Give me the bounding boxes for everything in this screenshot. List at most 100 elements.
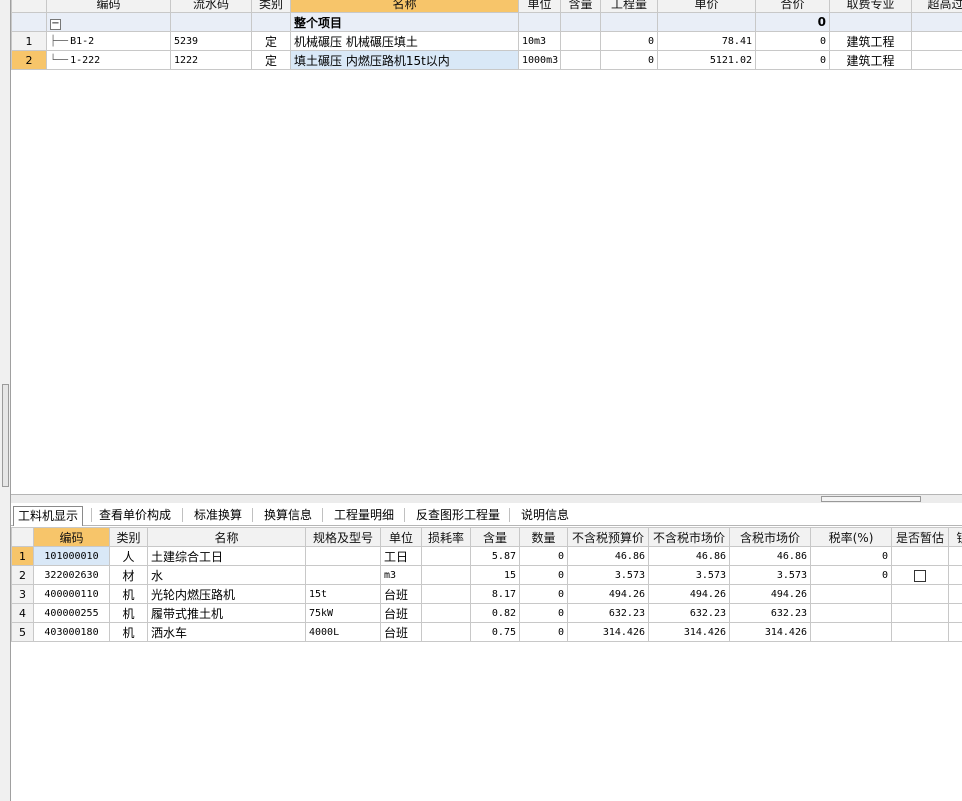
- type-cell[interactable]: 机: [109, 584, 148, 604]
- qty-cell[interactable]: 0: [519, 565, 568, 585]
- loss-cell[interactable]: [421, 622, 471, 642]
- top-header-unit[interactable]: 单位: [518, 0, 561, 13]
- unit-cell[interactable]: m3: [380, 565, 422, 585]
- total-cell[interactable]: 0: [755, 50, 830, 70]
- content-cell[interactable]: 5.87: [470, 546, 520, 566]
- serial-cell[interactable]: 5239: [170, 31, 252, 51]
- table-row[interactable]: 2 └── 1-222 1222 定 填土碾压 内燃压路机15t以内 1000m3…: [11, 50, 962, 70]
- content-cell[interactable]: [560, 31, 601, 51]
- taxed-market-cell[interactable]: 3.573: [729, 565, 811, 585]
- pretax-market-cell[interactable]: 632.23: [648, 603, 730, 623]
- tab-description[interactable]: 说明信息: [517, 506, 573, 525]
- type-cell[interactable]: 材: [109, 565, 148, 585]
- code-cell[interactable]: ├── B1-2: [46, 31, 171, 51]
- pretax-market-cell[interactable]: 494.26: [648, 584, 730, 604]
- name-cell[interactable]: 水: [147, 565, 306, 585]
- top-header-code[interactable]: 编码: [46, 0, 171, 13]
- row-number[interactable]: 4: [11, 603, 34, 623]
- taxed-market-cell[interactable]: 632.23: [729, 603, 811, 623]
- content-cell[interactable]: 15: [470, 565, 520, 585]
- table-row[interactable]: 1 101000010 人 土建综合工日 工日 5.87 0 46.86 46.…: [11, 546, 962, 566]
- serial-cell[interactable]: 1222: [170, 50, 252, 70]
- price-cell[interactable]: 5121.02: [657, 50, 756, 70]
- bottom-header-code[interactable]: 编码: [33, 527, 110, 547]
- content-cell[interactable]: 0.82: [470, 603, 520, 623]
- taxed-market-cell[interactable]: 494.26: [729, 584, 811, 604]
- bottom-header-pretax-market[interactable]: 不含税市场价: [648, 527, 730, 547]
- content-cell[interactable]: [560, 50, 601, 70]
- unit-cell[interactable]: 台班: [380, 622, 422, 642]
- bottom-header-content[interactable]: 含量: [470, 527, 520, 547]
- group-name[interactable]: 整个项目: [290, 12, 519, 32]
- name-cell[interactable]: 履带式推土机: [147, 603, 306, 623]
- unit-cell[interactable]: 台班: [380, 584, 422, 604]
- qty-cell[interactable]: 0: [519, 584, 568, 604]
- tab-conversion-info[interactable]: 换算信息: [260, 506, 316, 525]
- provisional-cell[interactable]: [891, 622, 949, 642]
- pretax-budget-cell[interactable]: 3.573: [567, 565, 649, 585]
- content-cell[interactable]: 8.17: [470, 584, 520, 604]
- loss-cell[interactable]: [421, 565, 471, 585]
- table-row[interactable]: 3 400000110 机 光轮内燃压路机 15t 台班 8.17 0 494.…: [11, 584, 962, 604]
- loss-cell[interactable]: [421, 603, 471, 623]
- tax-rate-cell[interactable]: [810, 622, 892, 642]
- spec-cell[interactable]: 15t: [305, 584, 381, 604]
- code-cell[interactable]: └── 1-222: [46, 50, 171, 70]
- total-cell[interactable]: 0: [755, 31, 830, 51]
- table-row[interactable]: 5 403000180 机 洒水车 4000L 台班 0.75 0 314.42…: [11, 622, 962, 642]
- spec-cell[interactable]: [305, 546, 381, 566]
- bottom-header-provisional[interactable]: 是否暂估: [891, 527, 949, 547]
- content-cell[interactable]: 0.75: [470, 622, 520, 642]
- top-header-total[interactable]: 合价: [755, 0, 830, 13]
- tax-rate-cell[interactable]: [810, 603, 892, 623]
- row-number[interactable]: 5: [11, 622, 34, 642]
- top-header-qty[interactable]: 工程量: [600, 0, 658, 13]
- tab-quantity-details[interactable]: 工程量明细: [330, 506, 398, 525]
- row-number[interactable]: 1: [11, 31, 47, 51]
- loss-cell[interactable]: [421, 584, 471, 604]
- tab-labor-material-machine[interactable]: 工料机显示: [13, 506, 84, 526]
- top-header-fee[interactable]: 取费专业: [829, 0, 912, 13]
- unit-cell[interactable]: 工日: [380, 546, 422, 566]
- bottom-header-qty[interactable]: 数量: [519, 527, 568, 547]
- row-number[interactable]: 2: [11, 565, 34, 585]
- pretax-market-cell[interactable]: 314.426: [648, 622, 730, 642]
- provisional-cell[interactable]: [891, 584, 949, 604]
- code-cell[interactable]: 400000255: [33, 603, 110, 623]
- taxed-market-cell[interactable]: 46.86: [729, 546, 811, 566]
- qty-cell[interactable]: 0: [519, 622, 568, 642]
- bottom-header-unit[interactable]: 单位: [380, 527, 422, 547]
- name-cell[interactable]: 土建综合工日: [147, 546, 306, 566]
- unit-cell[interactable]: 台班: [380, 603, 422, 623]
- type-cell[interactable]: 定: [251, 50, 291, 70]
- row-number[interactable]: 2: [11, 50, 47, 70]
- top-header-price[interactable]: 单价: [657, 0, 756, 13]
- price-cell[interactable]: 78.41: [657, 31, 756, 51]
- top-header-name[interactable]: 名称: [290, 0, 519, 13]
- loss-cell[interactable]: [421, 546, 471, 566]
- tax-rate-cell[interactable]: 0: [810, 546, 892, 566]
- pretax-budget-cell[interactable]: 494.26: [567, 584, 649, 604]
- type-cell[interactable]: 定: [251, 31, 291, 51]
- code-cell[interactable]: 400000110: [33, 584, 110, 604]
- qty-cell[interactable]: 0: [519, 546, 568, 566]
- pretax-market-cell[interactable]: 3.573: [648, 565, 730, 585]
- group-row[interactable]: − 整个项目 0: [11, 12, 962, 32]
- provisional-cell[interactable]: [891, 565, 949, 585]
- type-cell[interactable]: 机: [109, 603, 148, 623]
- spec-cell[interactable]: 4000L: [305, 622, 381, 642]
- pretax-market-cell[interactable]: 46.86: [648, 546, 730, 566]
- unit-cell[interactable]: 1000m3: [518, 50, 561, 70]
- code-cell[interactable]: 403000180: [33, 622, 110, 642]
- left-splitter-handle[interactable]: [2, 384, 9, 487]
- bottom-header-type[interactable]: 类别: [109, 527, 148, 547]
- tab-unit-price-breakdown[interactable]: 查看单价构成: [95, 506, 175, 525]
- row-number[interactable]: 1: [11, 546, 34, 566]
- splitter-handle[interactable]: [821, 496, 921, 502]
- pretax-budget-cell[interactable]: 46.86: [567, 546, 649, 566]
- fee-cell[interactable]: 建筑工程: [829, 31, 912, 51]
- pretax-budget-cell[interactable]: 314.426: [567, 622, 649, 642]
- bottom-header-lock[interactable]: 锁: [948, 527, 962, 547]
- pretax-budget-cell[interactable]: 632.23: [567, 603, 649, 623]
- name-cell[interactable]: 机械碾压 机械碾压填土: [290, 31, 519, 51]
